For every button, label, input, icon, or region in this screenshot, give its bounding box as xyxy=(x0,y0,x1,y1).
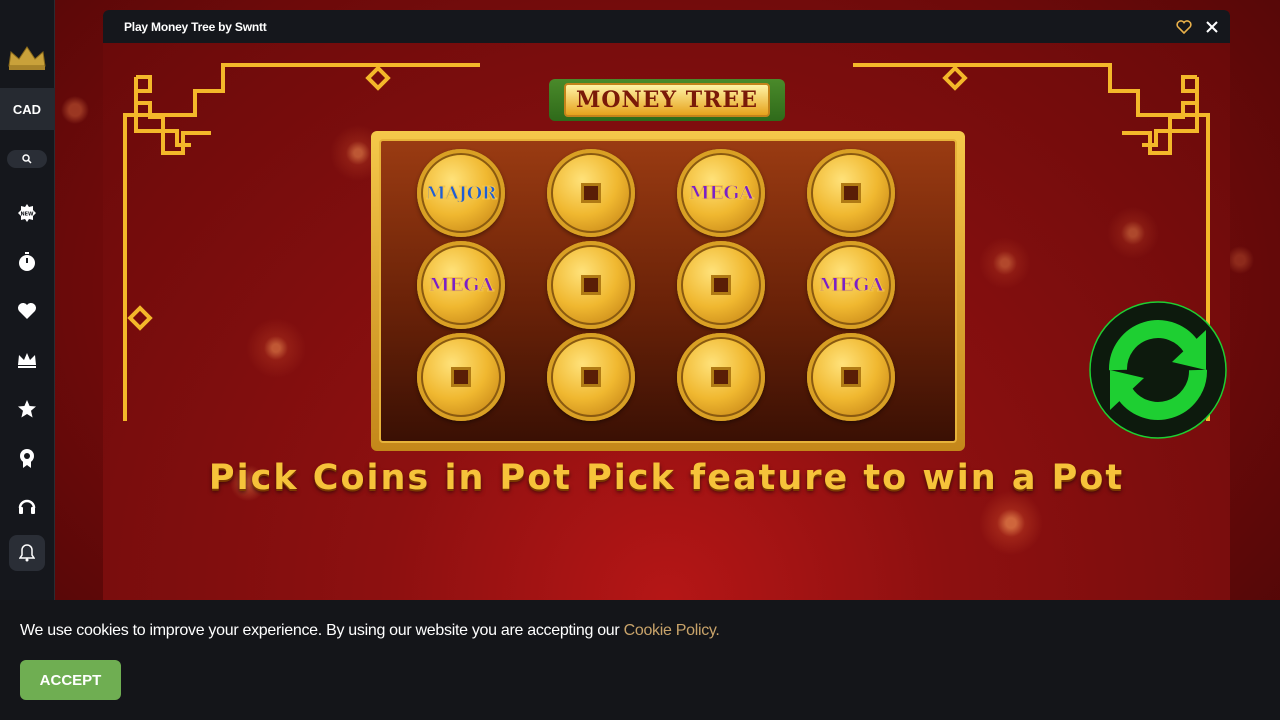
coin-hole xyxy=(451,367,471,387)
coin-label: MEGA xyxy=(818,274,884,297)
sidebar-item-notifications[interactable] xyxy=(9,535,45,571)
pot-pick-board: MAJOR MEGA MEGA MEGA xyxy=(371,131,965,451)
coin-2[interactable] xyxy=(547,149,635,237)
coin-1[interactable]: MAJOR xyxy=(417,149,505,237)
coin-6[interactable] xyxy=(547,241,635,329)
coin-label: MEGA xyxy=(428,274,494,297)
coin-grid: MAJOR MEGA MEGA MEGA xyxy=(379,139,957,443)
stopwatch-icon xyxy=(19,252,35,271)
coin-12[interactable] xyxy=(807,333,895,421)
sidebar-item-recent[interactable] xyxy=(7,242,47,282)
sidebar-item-favorites[interactable] xyxy=(7,291,47,331)
coin-hole xyxy=(841,183,861,203)
coin-hole xyxy=(581,183,601,203)
svg-text:NEW: NEW xyxy=(20,212,34,218)
coin-10[interactable] xyxy=(547,333,635,421)
feature-caption: Pick Coins in Pot Pick feature to win a … xyxy=(208,458,1125,498)
headset-icon xyxy=(18,499,36,514)
cookie-policy-link[interactable]: Cookie Policy. xyxy=(624,622,720,639)
coin-hole xyxy=(581,275,601,295)
sidebar-item-rewards[interactable] xyxy=(7,438,47,478)
sidebar-item-new[interactable]: NEW xyxy=(7,193,47,233)
money-tree-logo: MONEY TREE xyxy=(549,79,785,121)
coin-hole xyxy=(581,367,601,387)
accept-cookies-button[interactable]: ACCEPT xyxy=(20,660,121,700)
favorite-heart-icon[interactable] xyxy=(1176,19,1192,34)
modal-title: Play Money Tree by Swntt xyxy=(124,19,267,34)
game-modal: Play Money Tree by Swntt MONEY TREE MAJO… xyxy=(103,10,1230,600)
cookie-message: We use cookies to improve your experienc… xyxy=(20,622,720,640)
sidebar-item-vip[interactable] xyxy=(7,340,47,380)
coin-label: MEGA xyxy=(688,182,754,205)
coin-4[interactable] xyxy=(807,149,895,237)
coin-hole xyxy=(711,275,731,295)
award-ribbon-icon xyxy=(20,449,34,468)
cookie-banner xyxy=(0,600,1280,720)
coin-3[interactable]: MEGA xyxy=(677,149,765,237)
sidebar: CAD NEW xyxy=(0,0,55,600)
modal-header: Play Money Tree by Swntt xyxy=(103,10,1230,43)
coin-hole xyxy=(841,367,861,387)
logo-text: MONEY TREE xyxy=(564,83,770,117)
sidebar-item-support[interactable] xyxy=(7,487,47,527)
heart-icon xyxy=(18,303,36,319)
coin-9[interactable] xyxy=(417,333,505,421)
close-icon[interactable] xyxy=(1206,20,1218,33)
search-icon xyxy=(22,154,32,164)
coin-8[interactable]: MEGA xyxy=(807,241,895,329)
crown-logo-icon[interactable] xyxy=(7,44,47,72)
coin-label: MAJOR xyxy=(425,182,497,204)
cookie-text: We use cookies to improve your experienc… xyxy=(20,622,620,639)
star-icon xyxy=(18,400,36,418)
coin-hole xyxy=(711,367,731,387)
refresh-icon[interactable] xyxy=(1088,300,1228,440)
coin-5[interactable]: MEGA xyxy=(417,241,505,329)
bell-icon xyxy=(19,544,35,562)
game-canvas[interactable]: MONEY TREE MAJOR MEGA MEGA MEGA Pick Coins … xyxy=(103,43,1230,600)
coin-11[interactable] xyxy=(677,333,765,421)
crown-icon xyxy=(18,353,36,368)
modal-actions xyxy=(1176,19,1218,34)
coin-7[interactable] xyxy=(677,241,765,329)
sidebar-item-featured[interactable] xyxy=(7,389,47,429)
new-badge-icon: NEW xyxy=(18,204,36,222)
search-button[interactable] xyxy=(7,150,47,168)
currency-selector[interactable]: CAD xyxy=(0,88,55,130)
